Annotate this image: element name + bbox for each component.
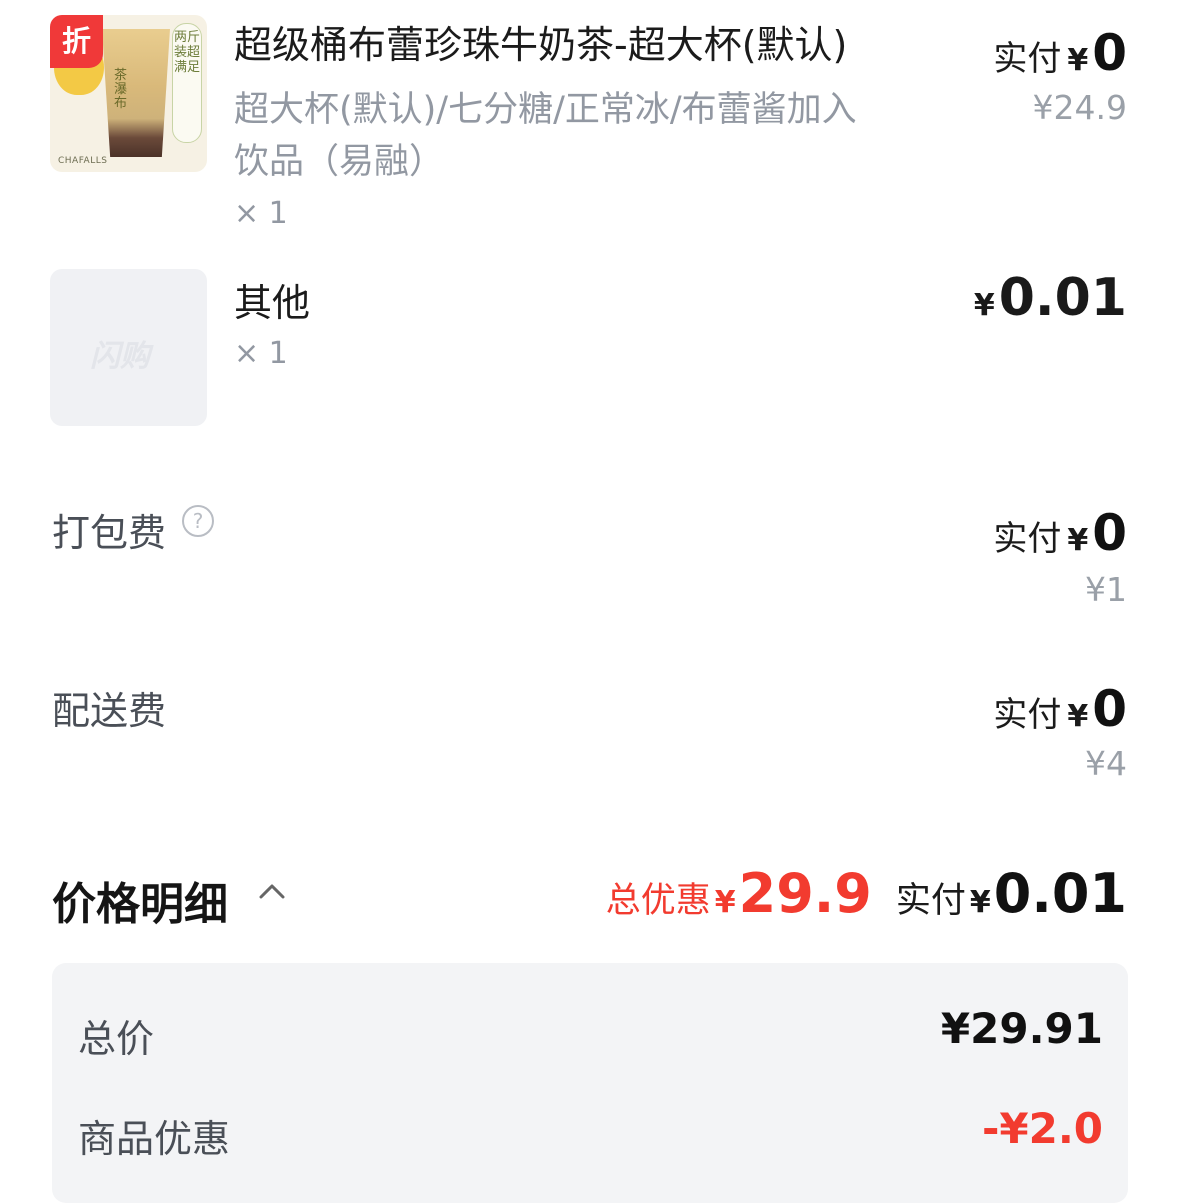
discount-badge: 折 (50, 15, 103, 68)
product-paid-amount: 实付 ¥ 0 (993, 24, 1127, 82)
paid-value: 0 (1092, 24, 1127, 82)
product-spec: 超大杯(默认)/七分糖/正常冰/布蕾酱加入饮品（易融） (234, 90, 857, 182)
currency-symbol: ¥ (1067, 699, 1089, 734)
product-price: ¥ 0.01 (974, 268, 1127, 328)
price-summary: 总优惠 ¥ 29.9 实付 ¥ 0.01 (606, 862, 1127, 925)
product-thumbnail-placeholder[interactable]: 闪购 (50, 269, 207, 426)
original-price: ¥24.9 (1032, 88, 1127, 127)
product-name: 其他 (234, 281, 311, 325)
paid-label: 实付 (993, 695, 1062, 735)
chevron-up-icon[interactable] (258, 877, 286, 905)
packaging-fee-label: 打包费 (52, 511, 167, 555)
product-name: 超级桶布蕾珍珠牛奶茶-超大杯(默认) (234, 23, 848, 67)
thumbnail-tag: 两斤装超满足 (172, 23, 202, 143)
product-quantity: × 1 (234, 196, 288, 231)
question-circle-icon[interactable]: ? (182, 505, 214, 537)
total-price-value: ¥29.91 (940, 1004, 1103, 1053)
product-quantity: × 1 (234, 336, 288, 371)
product-discount-label: 商品优惠 (78, 1117, 231, 1161)
packaging-fee-original: ¥1 (1085, 570, 1127, 609)
thumbnail-brand: CHAFALLS (58, 156, 108, 166)
delivery-fee-label: 配送费 (52, 689, 167, 733)
total-discount-label: 总优惠 (605, 881, 711, 921)
currency-symbol: ¥ (973, 288, 995, 323)
paid-value: 0 (1092, 680, 1127, 738)
price-detail-title[interactable]: 价格明细 (52, 868, 228, 932)
cup-print-text: 茶瀑布 (114, 68, 128, 111)
price-detail-card (52, 963, 1128, 1203)
milk-tea-cup-image (102, 29, 170, 157)
currency-symbol: ¥ (714, 885, 736, 920)
product-discount-value: -¥2.0 (981, 1104, 1103, 1153)
shangou-watermark-logo: 闪购 (90, 339, 150, 374)
packaging-fee-paid: 实付 ¥ 0 (993, 504, 1127, 562)
delivery-fee-original: ¥4 (1085, 744, 1127, 783)
total-paid-label: 实付 (895, 881, 966, 921)
currency-symbol: ¥ (1067, 43, 1089, 78)
paid-label: 实付 (993, 39, 1062, 79)
currency-symbol: ¥ (1067, 523, 1089, 558)
paid-label: 实付 (993, 519, 1062, 559)
delivery-fee-paid: 实付 ¥ 0 (993, 680, 1127, 738)
total-price-label: 总价 (78, 1017, 155, 1061)
currency-symbol: ¥ (969, 885, 991, 920)
price-value: 0.01 (998, 268, 1127, 328)
paid-value: 0 (1092, 504, 1127, 562)
total-discount-value: 29.9 (738, 862, 872, 925)
total-paid-value: 0.01 (993, 862, 1127, 925)
